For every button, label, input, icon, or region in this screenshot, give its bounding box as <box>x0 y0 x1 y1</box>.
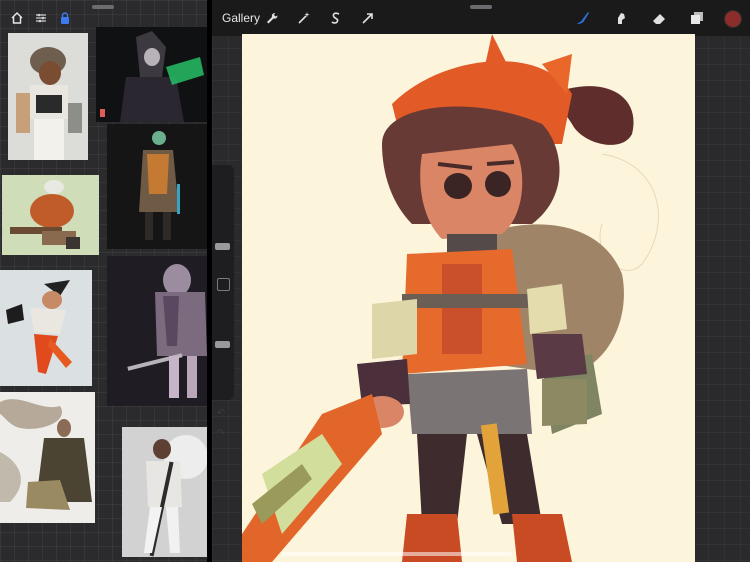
undo-icon[interactable]: ↶ <box>217 408 225 419</box>
reference-image-armored-warrior[interactable] <box>8 33 88 160</box>
reference-toolbar <box>0 0 103 36</box>
selection-icon[interactable] <box>327 9 345 27</box>
reference-image-cloaked-traveler[interactable] <box>107 124 207 249</box>
wrench-icon[interactable] <box>263 9 281 27</box>
color-picker-button[interactable] <box>724 10 742 28</box>
drawing-app-pane: Gallery ↶ ↷ <box>212 0 750 562</box>
reference-image-spear-warrior[interactable] <box>122 427 207 557</box>
reference-image-robed-elder[interactable] <box>0 392 95 523</box>
gallery-button[interactable]: Gallery <box>222 11 260 25</box>
magic-wand-icon[interactable] <box>295 9 313 27</box>
brush-sidebar <box>212 165 234 400</box>
drawing-canvas[interactable] <box>242 34 695 562</box>
reference-image-leaping-fighter[interactable] <box>0 270 92 386</box>
lock-icon[interactable] <box>56 9 74 27</box>
reference-image-masked-swordsman[interactable] <box>107 256 207 406</box>
smudge-icon[interactable] <box>612 9 630 27</box>
reference-image-crouching-soldier[interactable] <box>2 175 99 255</box>
brush-size-slider[interactable] <box>215 243 230 250</box>
drawing-top-bar: Gallery <box>212 0 750 36</box>
home-icon[interactable] <box>8 9 26 27</box>
brush-icon[interactable] <box>574 9 592 27</box>
modify-button[interactable] <box>217 278 230 291</box>
reference-image-hooded-figure[interactable] <box>96 27 207 122</box>
transform-arrow-icon[interactable] <box>359 9 377 27</box>
canvas-artwork <box>242 34 695 562</box>
reference-app-pane <box>0 0 207 562</box>
sliders-icon[interactable] <box>32 9 50 27</box>
redo-icon[interactable]: ↷ <box>217 428 225 439</box>
eraser-icon[interactable] <box>650 9 668 27</box>
layers-icon[interactable] <box>688 9 706 27</box>
brush-opacity-slider[interactable] <box>215 341 230 348</box>
multitasking-grabber-right[interactable] <box>470 5 492 9</box>
home-indicator[interactable] <box>282 552 512 556</box>
